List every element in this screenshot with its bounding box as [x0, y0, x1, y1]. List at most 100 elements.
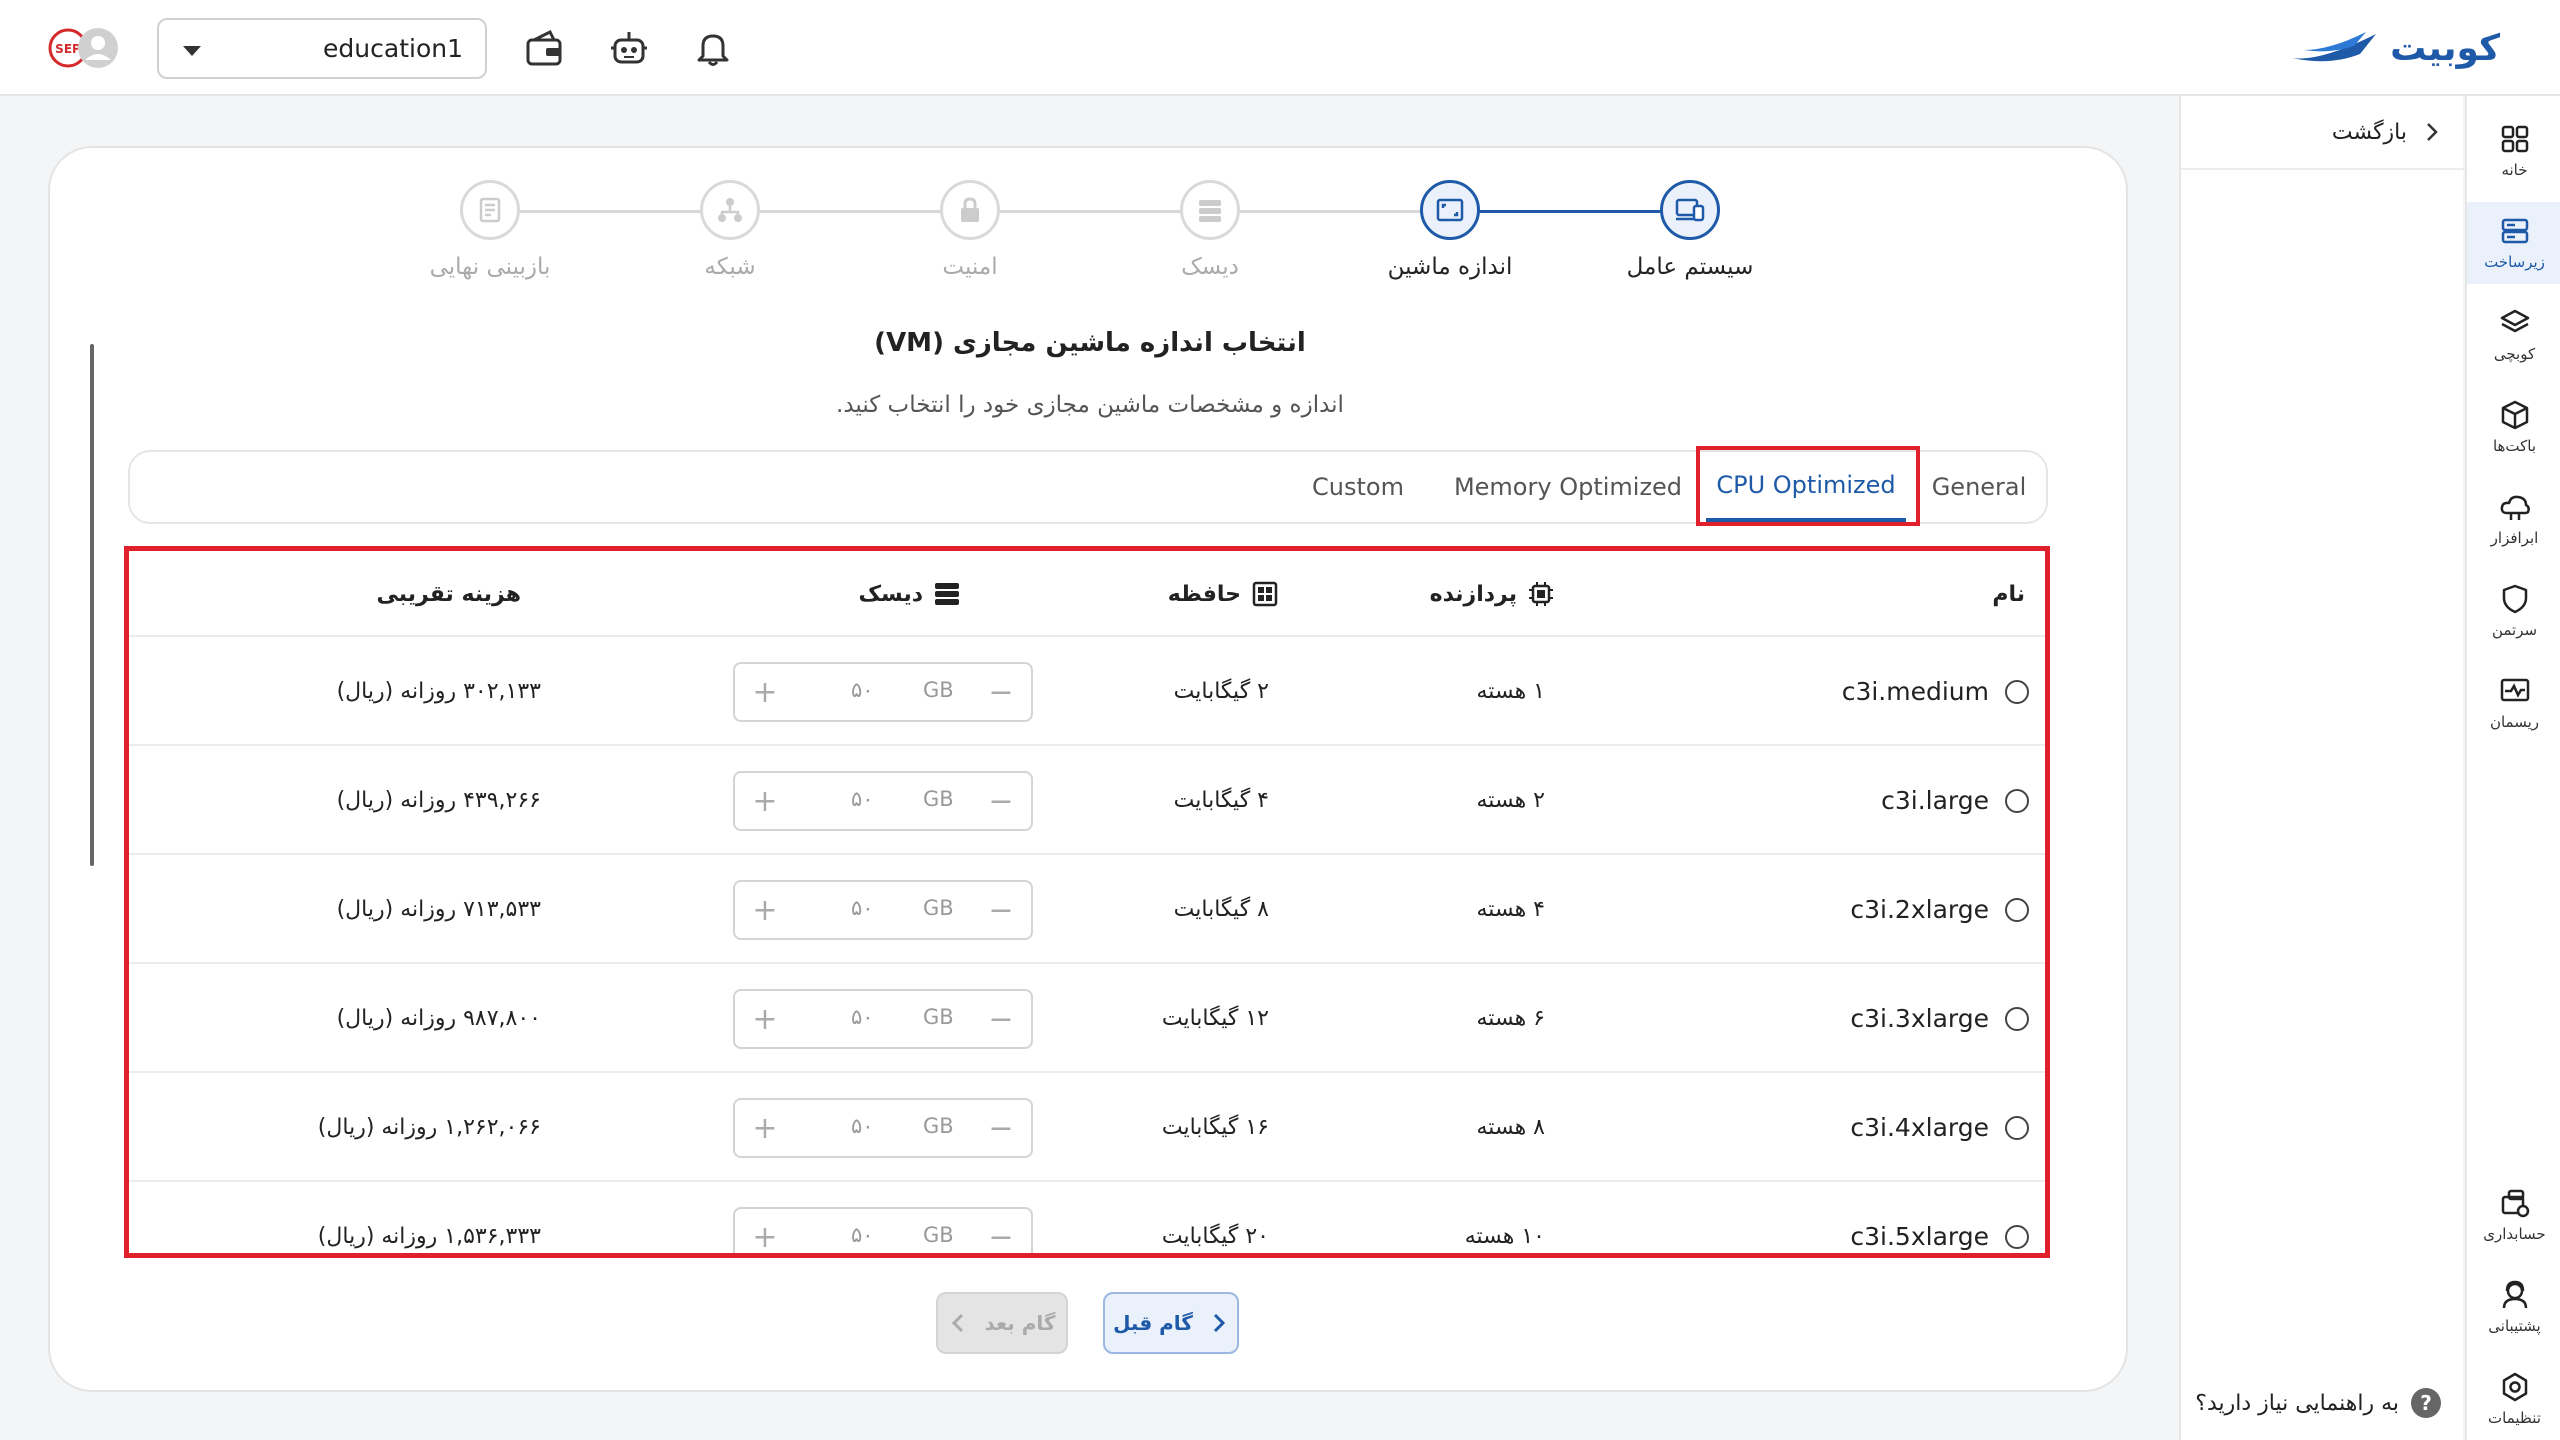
step-network[interactable]: شبکه [610, 180, 850, 280]
disk-increment-button[interactable]: + [735, 882, 795, 938]
column-header-cpu: پردازنده [1430, 551, 1555, 637]
step-security[interactable]: امنیت [850, 180, 1090, 280]
disk-increment-button[interactable]: + [735, 1209, 795, 1254]
disk-size-stepper[interactable]: − GB ۵۰ + [733, 989, 1033, 1049]
scrollbar[interactable] [90, 344, 94, 866]
table-row[interactable]: c3i.4xlarge ۸ هسته ۱۶ گیگابایت − GB ۵۰ +… [129, 1073, 2045, 1182]
sidebar-item-kubchi[interactable]: کوبچی [2467, 294, 2560, 376]
cpu-icon [1529, 582, 1553, 606]
wallet-icon[interactable] [524, 28, 564, 68]
disk-size-value[interactable]: ۵۰ [851, 1114, 874, 1138]
disk-increment-button[interactable]: + [735, 991, 795, 1047]
grid-icon [2501, 125, 2528, 153]
table-row[interactable]: c3i.medium ۱ هسته ۲ گیگابایت − GB ۵۰ + ۳… [129, 637, 2045, 746]
table-row[interactable]: c3i.large ۲ هسته ۴ گیگابایت − GB ۵۰ + ۴۳… [129, 746, 2045, 855]
sidebar-item-label: باکت‌ها [2492, 437, 2537, 455]
wizard-stepper: سیستم عامل اندازه ماشین دیسک امنیت شبکه … [50, 148, 2130, 308]
disk-decrement-button[interactable]: − [971, 1100, 1031, 1156]
disk-size-value[interactable]: ۵۰ [851, 1223, 874, 1247]
step-os[interactable]: سیستم عامل [1570, 180, 1810, 280]
disk-size-stepper[interactable]: − GB ۵۰ + [733, 662, 1033, 722]
disk-increment-button[interactable]: + [735, 773, 795, 829]
column-header-name: نام [1992, 581, 2025, 607]
vm-memory: ۸ گیگابایت [1173, 897, 1269, 922]
sidebar-item-sartaman[interactable]: سرتمن [2467, 570, 2560, 652]
table-row[interactable]: c3i.2xlarge ۴ هسته ۸ گیگابایت − GB ۵۰ + … [129, 855, 2045, 964]
vm-cost: ۴۳۹,۲۶۶ روزانه (ریال) [336, 788, 541, 813]
sidebar-item-buckets[interactable]: باکت‌ها [2467, 386, 2560, 468]
disk-decrement-button[interactable]: − [971, 773, 1031, 829]
back-link[interactable]: بازگشت [2181, 96, 2465, 170]
disk-increment-button[interactable]: + [735, 664, 795, 720]
disk-decrement-button[interactable]: − [971, 991, 1031, 1047]
tab-custom[interactable]: Custom [1290, 452, 1426, 522]
lock-icon [961, 197, 979, 222]
bell-icon[interactable] [693, 28, 733, 68]
sidebar-item-support[interactable]: پشتیبانی [2467, 1266, 2560, 1348]
row-radio[interactable] [2005, 680, 2029, 704]
disk-size-stepper[interactable]: − GB ۵۰ + [733, 880, 1033, 940]
brand-logo[interactable]: کوبیت [2290, 26, 2500, 70]
next-step-button[interactable]: گام بعد [936, 1292, 1068, 1354]
sidebar-item-settings[interactable]: تنظیمات [2467, 1358, 2560, 1440]
resize-icon [1436, 198, 1464, 222]
row-radio[interactable] [2005, 898, 2029, 922]
disk-size-value[interactable]: ۵۰ [851, 787, 874, 811]
tab-cpu-optimized[interactable]: CPU Optimized [1706, 452, 1906, 522]
row-radio[interactable] [2005, 1225, 2029, 1249]
row-radio[interactable] [2005, 1116, 2029, 1140]
vm-cpu: ۱۰ هسته [1464, 1224, 1545, 1249]
row-radio[interactable] [2005, 789, 2029, 813]
step-label: دیسک [1181, 254, 1239, 280]
step-disk[interactable]: دیسک [1090, 180, 1330, 280]
secondary-panel: بازگشت ? به راهنمایی نیاز دارید؟ [2179, 96, 2465, 1440]
disk-size-stepper[interactable]: − GB ۵۰ + [733, 771, 1033, 831]
sidebar-item-label: تنظیمات [2488, 1409, 2541, 1427]
disk-decrement-button[interactable]: − [971, 1209, 1031, 1254]
back-label: بازگشت [2331, 119, 2407, 145]
memory-icon [1252, 581, 1278, 607]
user-avatar[interactable]: SEP [48, 24, 124, 72]
sidebar-item-cloudware[interactable]: ابرافزار [2467, 478, 2560, 560]
step-label: شبکه [704, 254, 756, 280]
disk-increment-button[interactable]: + [735, 1100, 795, 1156]
column-header-disk: دیسک [859, 551, 961, 637]
vm-type-tabs: General CPU Optimized Memory Optimized C… [128, 450, 2048, 524]
step-label: بازبینی نهایی [429, 254, 551, 280]
sidebar-item-home[interactable]: خانه [2467, 110, 2560, 192]
robot-icon[interactable] [609, 28, 649, 68]
step-machine-size[interactable]: اندازه ماشین [1330, 180, 1570, 280]
disk-icon [1199, 200, 1221, 222]
vm-cost: ۹۸۷,۸۰۰ روزانه (ریال) [336, 1006, 541, 1031]
table-row[interactable]: c3i.3xlarge ۶ هسته ۱۲ گیگابایت − GB ۵۰ +… [129, 964, 2045, 1073]
chevron-left-icon [952, 1313, 964, 1333]
disk-size-value[interactable]: ۵۰ [851, 1005, 874, 1029]
cube-icon [2501, 400, 2528, 430]
table-row[interactable]: c3i.5xlarge ۱۰ هسته ۲۰ گیگابایت − GB ۵۰ … [129, 1182, 2045, 1254]
row-radio[interactable] [2005, 1007, 2029, 1031]
sidebar-item-risman[interactable]: ریسمان [2467, 662, 2560, 744]
monitor-icon [2500, 678, 2529, 702]
vm-size-table: نام پردازنده حافظه دیسک هزینه تقریبی c3i… [124, 546, 2050, 1258]
disk-size-stepper[interactable]: − GB ۵۰ + [733, 1207, 1033, 1254]
vm-cost: ۱,۲۶۲,۰۶۶ روزانه (ریال) [317, 1115, 541, 1140]
previous-step-button[interactable]: گام قبل [1103, 1292, 1239, 1354]
sidebar-item-infrastructure[interactable]: زیرساخت [2467, 202, 2560, 284]
project-select[interactable]: education1 [157, 18, 487, 79]
page-subtitle: اندازه و مشخصات ماشین مجازی خود را انتخا… [836, 392, 1344, 418]
disk-unit: GB [923, 678, 954, 702]
tab-general[interactable]: General [1922, 452, 2036, 522]
tab-memory-optimized[interactable]: Memory Optimized [1450, 452, 1686, 522]
step-label: امنیت [942, 254, 998, 280]
page-title: انتخاب اندازه ماشین مجازی (VM) [874, 328, 1306, 358]
disk-decrement-button[interactable]: − [971, 664, 1031, 720]
disk-size-value[interactable]: ۵۰ [851, 678, 874, 702]
project-select-value: education1 [323, 34, 463, 63]
sidebar-item-accounting[interactable]: حسابداری [2467, 1174, 2560, 1256]
server-icon [2501, 218, 2528, 244]
disk-decrement-button[interactable]: − [971, 882, 1031, 938]
disk-size-value[interactable]: ۵۰ [851, 896, 874, 920]
step-final-review[interactable]: بازبینی نهایی [370, 180, 610, 280]
help-link[interactable]: ? به راهنمایی نیاز دارید؟ [2195, 1388, 2441, 1418]
disk-size-stepper[interactable]: − GB ۵۰ + [733, 1098, 1033, 1158]
